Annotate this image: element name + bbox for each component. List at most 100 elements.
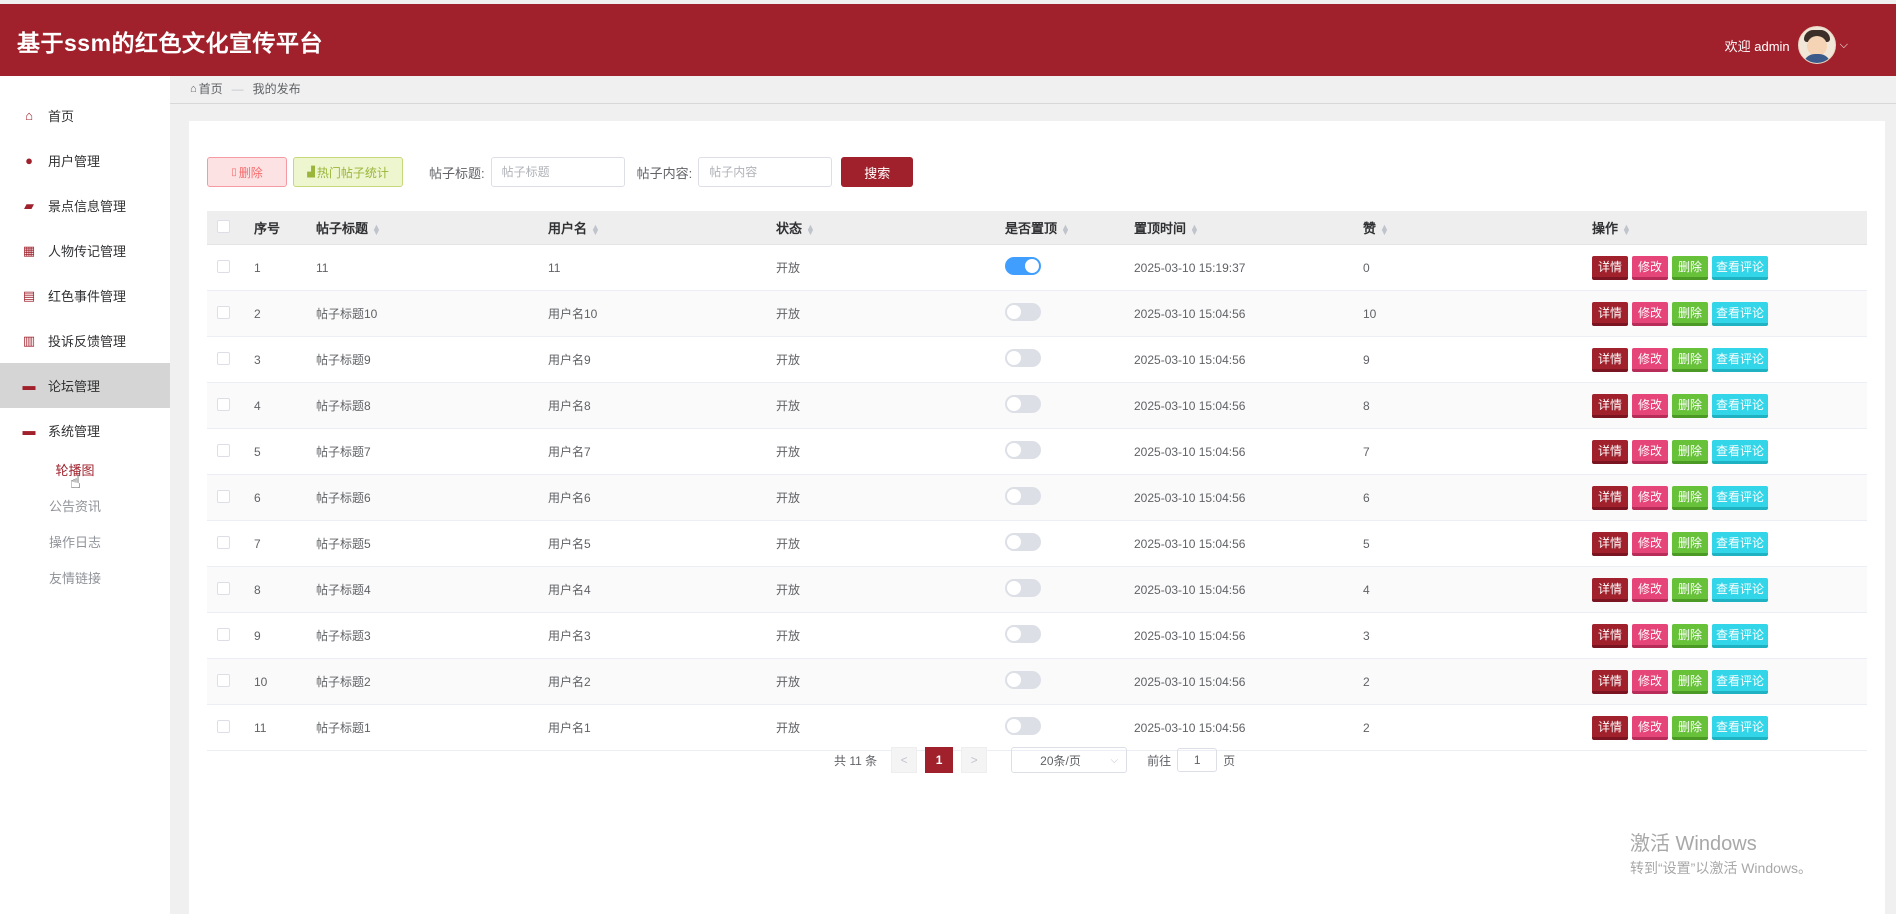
edit-button[interactable]: 修改: [1632, 255, 1668, 280]
col-header-top-time[interactable]: 置顶时间 ▲ ▼: [1133, 211, 1362, 245]
delete-button[interactable]: ▯ 删除: [207, 157, 287, 187]
table-row[interactable]: 8 帖子标题4 用户名4 开放 2025-03-10 15:04:56 4 详情 修改 删除 查看…: [207, 566, 1867, 613]
row-checkbox[interactable]: [217, 397, 230, 411]
col-header-actions[interactable]: 操作 ▲ ▼: [1591, 211, 1867, 245]
delete-row-button[interactable]: 删除: [1672, 439, 1708, 464]
row-checkbox[interactable]: [217, 443, 230, 457]
row-checkbox[interactable]: [217, 489, 230, 503]
edit-button[interactable]: 修改: [1632, 347, 1668, 372]
sidebar-item[interactable]: ▰ 景点信息管理: [0, 183, 170, 228]
detail-button[interactable]: 详情: [1592, 577, 1628, 602]
edit-button[interactable]: 修改: [1632, 485, 1668, 510]
col-header-status[interactable]: 状态 ▲ ▼: [775, 211, 1004, 245]
row-checkbox[interactable]: [217, 351, 230, 365]
top-toggle-switch[interactable]: [1005, 579, 1041, 597]
top-toggle-switch[interactable]: [1005, 487, 1041, 505]
table-row[interactable]: 6 帖子标题6 用户名6 开放 2025-03-10 15:04:56 6 详情 修改 删除 查看…: [207, 474, 1867, 521]
view-comments-button[interactable]: 查看评论: [1712, 255, 1768, 280]
top-toggle-switch[interactable]: [1005, 395, 1041, 413]
top-toggle-switch[interactable]: [1005, 441, 1041, 459]
edit-button[interactable]: 修改: [1632, 531, 1668, 556]
edit-button[interactable]: 修改: [1632, 577, 1668, 602]
view-comments-button[interactable]: 查看评论: [1712, 531, 1768, 556]
prev-page-button[interactable]: <: [891, 747, 918, 773]
delete-row-button[interactable]: 删除: [1672, 623, 1708, 648]
edit-button[interactable]: 修改: [1632, 301, 1668, 326]
table-row[interactable]: 11 帖子标题1 用户名1 开放 2025-03-10 15:04:56 2 详情 修改 删除查…: [207, 704, 1867, 751]
row-checkbox[interactable]: [217, 259, 230, 273]
detail-button[interactable]: 详情: [1592, 439, 1628, 464]
table-row[interactable]: 10 帖子标题2 用户名2 开放 2025-03-10 15:04:56 2 详情 修改 删除查…: [207, 658, 1867, 705]
row-checkbox[interactable]: [217, 305, 230, 319]
goto-page-input[interactable]: 1: [1177, 748, 1218, 772]
view-comments-button[interactable]: 查看评论: [1712, 393, 1768, 418]
sidebar-item[interactable]: ▦ 人物传记管理: [0, 228, 170, 273]
page-size-select[interactable]: 20条/页 ⌵: [1011, 747, 1128, 773]
view-comments-button[interactable]: 查看评论: [1712, 347, 1768, 372]
sidebar-item[interactable]: ▬ 系统管理: [0, 408, 170, 453]
view-comments-button[interactable]: 查看评论: [1712, 623, 1768, 648]
delete-row-button[interactable]: 删除: [1672, 301, 1708, 326]
top-toggle-switch[interactable]: [1005, 533, 1041, 551]
next-page-button[interactable]: >: [961, 747, 988, 773]
col-header-top[interactable]: 是否置顶 ▲ ▼: [1004, 211, 1133, 245]
detail-button[interactable]: 详情: [1592, 531, 1628, 556]
table-row[interactable]: 3 帖子标题9 用户名9 开放 2025-03-10 15:04:56 9 详情 修改 删除 查看…: [207, 336, 1867, 383]
table-row[interactable]: 2 帖子标题10 用户名10 开放 2025-03-10 15:04:56 10 详情 修改删…: [207, 290, 1867, 337]
edit-button[interactable]: 修改: [1632, 393, 1668, 418]
edit-button[interactable]: 修改: [1632, 669, 1668, 694]
table-row[interactable]: 9 帖子标题3 用户名3 开放 2025-03-10 15:04:56 3 详情 修改 删除 查看…: [207, 612, 1867, 659]
edit-button[interactable]: 修改: [1632, 715, 1668, 740]
top-toggle-switch[interactable]: [1005, 671, 1041, 689]
sidebar-subitem[interactable]: 友情链接: [0, 561, 170, 597]
delete-row-button[interactable]: 删除: [1672, 393, 1708, 418]
delete-row-button[interactable]: 删除: [1672, 577, 1708, 602]
detail-button[interactable]: 详情: [1592, 623, 1628, 648]
sidebar-item[interactable]: ▤ 红色事件管理: [0, 273, 170, 318]
top-toggle-switch[interactable]: [1005, 257, 1041, 275]
table-row[interactable]: 4 帖子标题8 用户名8 开放 2025-03-10 15:04:56 8 详情 修改 删除 查看…: [207, 382, 1867, 429]
top-toggle-switch[interactable]: [1005, 303, 1041, 321]
chevron-down-icon[interactable]: ⌵: [1840, 39, 1848, 52]
delete-row-button[interactable]: 删除: [1672, 347, 1708, 372]
sidebar-item[interactable]: ▬ 论坛管理: [0, 363, 170, 408]
view-comments-button[interactable]: 查看评论: [1712, 669, 1768, 694]
row-checkbox[interactable]: [217, 581, 230, 595]
row-checkbox[interactable]: [217, 673, 230, 687]
col-header-title[interactable]: 帖子标题 ▲ ▼: [315, 211, 547, 245]
sidebar-subitem[interactable]: 轮播图: [0, 453, 170, 489]
breadcrumb-home[interactable]: 首页: [199, 80, 223, 97]
delete-row-button[interactable]: 删除: [1672, 255, 1708, 280]
table-row[interactable]: 1 11 11 开放 2025-03-10 15:19:37 0 详情 修改 删除 查看评论: [207, 244, 1867, 291]
sidebar-item[interactable]: ⌂ 首页: [0, 93, 170, 138]
detail-button[interactable]: 详情: [1592, 347, 1628, 372]
search-button[interactable]: 搜索: [841, 157, 914, 187]
detail-button[interactable]: 详情: [1592, 301, 1628, 326]
col-header-likes[interactable]: 赞 ▲ ▼: [1362, 211, 1591, 245]
top-toggle-switch[interactable]: [1005, 625, 1041, 643]
edit-button[interactable]: 修改: [1632, 623, 1668, 648]
detail-button[interactable]: 详情: [1592, 669, 1628, 694]
page-1-button[interactable]: 1: [925, 747, 954, 773]
row-checkbox[interactable]: [217, 535, 230, 549]
view-comments-button[interactable]: 查看评论: [1712, 715, 1768, 740]
delete-row-button[interactable]: 删除: [1672, 715, 1708, 740]
detail-button[interactable]: 详情: [1592, 393, 1628, 418]
content-search-input[interactable]: [698, 157, 833, 187]
top-toggle-switch[interactable]: [1005, 717, 1041, 735]
table-row[interactable]: 5 帖子标题7 用户名7 开放 2025-03-10 15:04:56 7 详情 修改 删除 查看…: [207, 428, 1867, 475]
delete-row-button[interactable]: 删除: [1672, 531, 1708, 556]
detail-button[interactable]: 详情: [1592, 715, 1628, 740]
sidebar-subitem[interactable]: 公告资讯: [0, 489, 170, 525]
sidebar-subitem[interactable]: 操作日志: [0, 525, 170, 561]
sidebar-item[interactable]: ▥ 投诉反馈管理: [0, 318, 170, 363]
delete-row-button[interactable]: 删除: [1672, 669, 1708, 694]
edit-button[interactable]: 修改: [1632, 439, 1668, 464]
view-comments-button[interactable]: 查看评论: [1712, 577, 1768, 602]
user-menu[interactable]: 欢迎 admin ⌵: [1725, 26, 1848, 64]
row-checkbox[interactable]: [217, 627, 230, 641]
title-search-input[interactable]: [490, 157, 625, 187]
detail-button[interactable]: 详情: [1592, 485, 1628, 510]
view-comments-button[interactable]: 查看评论: [1712, 485, 1768, 510]
top-toggle-switch[interactable]: [1005, 349, 1041, 367]
